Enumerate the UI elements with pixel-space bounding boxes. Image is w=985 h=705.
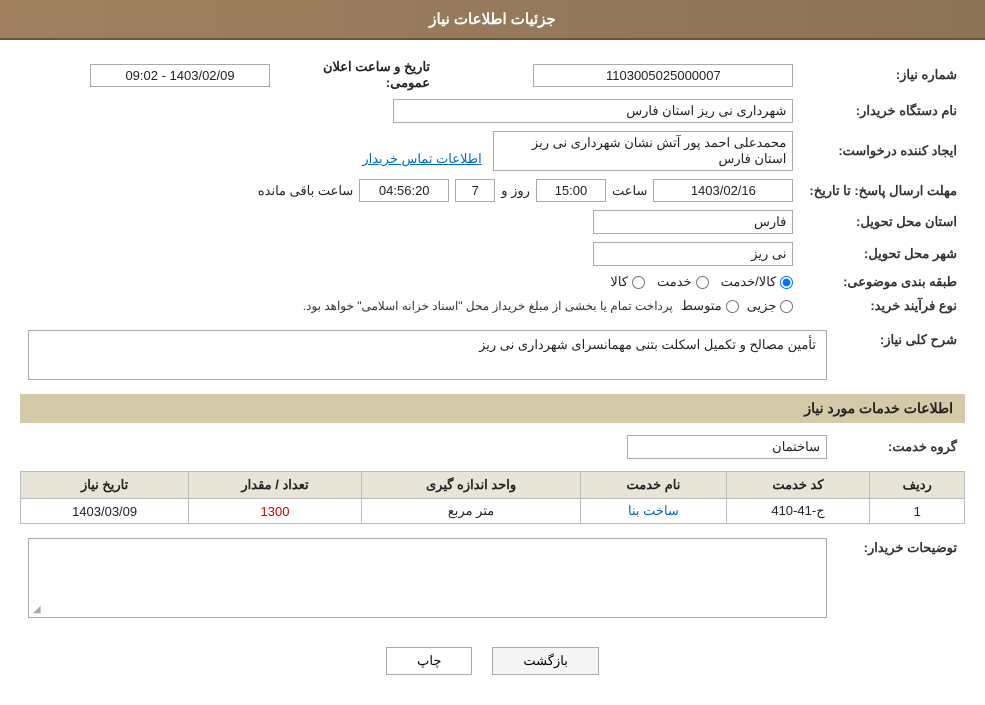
page-title: جزئیات اطلاعات نیاز [429,11,556,28]
creator-label: ایجاد کننده درخواست: [801,127,965,175]
city-value: نی ریز [593,242,793,266]
buyer-org-value: شهرداری نی ریز استان فارس [393,99,793,123]
process-note: پرداخت تمام یا بخشی از مبلغ خریداز محل "… [303,299,673,313]
city-label: شهر محل تحویل: [801,238,965,270]
col-quantity: تعداد / مقدار [189,472,362,499]
service-group-label: گروه خدمت: [835,431,965,463]
reply-time-label: ساعت [612,183,647,199]
process-motavaset-option[interactable]: متوسط [681,298,739,314]
resize-icon: ◢ [33,604,41,615]
contact-link[interactable]: اطلاعات تماس خریدار [362,151,481,166]
buyer-notes-area: ◢ [28,538,827,618]
need-number-value: 1103005025000007 [533,64,793,87]
cell-code: ج-41-410 [726,499,870,524]
col-unit: واحد اندازه گیری [361,472,581,499]
announce-date-label: تاریخ و ساعت اعلان عمومی: [278,55,438,95]
buyer-org-label: نام دستگاه خریدار: [801,95,965,127]
process-motavaset-label: متوسط [681,298,722,314]
reply-deadline-label: مهلت ارسال پاسخ: تا تاریخ: [801,175,965,206]
services-section-label: اطلاعات خدمات مورد نیاز [20,394,965,423]
col-service-code: کد خدمت [726,472,870,499]
announce-date-value: 1403/02/09 - 09:02 [90,64,270,87]
back-button[interactable]: بازگشت [492,647,598,675]
process-jazyi-label: جزیی [747,298,777,314]
services-table: ردیف کد خدمت نام خدمت واحد اندازه گیری ت… [20,471,965,524]
buyer-notes-label: توضیحات خریدار: [835,534,965,632]
cell-date: 1403/03/09 [21,499,189,524]
process-label: نوع فرآیند خرید: [801,294,965,318]
process-jazyi-radio[interactable] [780,300,793,313]
service-group-value: ساختمان [627,435,827,459]
reply-remaining-label: ساعت باقی مانده [258,183,353,199]
category-kala-option[interactable]: کالا [610,274,645,290]
reply-time-value: 15:00 [536,179,606,202]
category-kala-label: کالا [610,274,628,290]
category-kala-khedmat-radio[interactable] [780,276,793,289]
category-kala-radio[interactable] [632,276,645,289]
process-jazyi-option[interactable]: جزیی [747,298,794,314]
province-label: استان محل تحویل: [801,206,965,238]
category-khedmat-radio[interactable] [696,276,709,289]
need-desc-label: شرح کلی نیاز: [835,326,965,384]
need-number-label: شماره نیاز: [801,55,965,95]
category-khedmat-option[interactable]: خدمت [657,274,709,290]
category-kala-khedmat-label: کالا/خدمت [721,274,777,290]
print-button[interactable]: چاپ [386,647,472,675]
reply-days-label: روز و [501,183,530,199]
category-label: طبقه بندی موضوعی: [801,270,965,294]
cell-name: ساخت بنا [581,499,726,524]
col-service-name: نام خدمت [581,472,726,499]
creator-value: محمدعلی احمد پور آتش نشان شهرداری نی ریز… [493,131,793,171]
footer-buttons: بازگشت چاپ [20,647,965,675]
province-value: فارس [593,210,793,234]
cell-quantity: 1300 [189,499,362,524]
reply-remaining-value: 04:56:20 [359,179,449,202]
reply-date-value: 1403/02/16 [653,179,793,202]
category-khedmat-label: خدمت [657,274,692,290]
cell-unit: متر مربع [361,499,581,524]
col-date: تاریخ نیاز [21,472,189,499]
category-kala-khedmat-option[interactable]: کالا/خدمت [721,274,794,290]
col-row-num: ردیف [870,472,965,499]
cell-row: 1 [870,499,965,524]
need-desc-value: تأمین مصالح و تکمیل اسکلت بتنی مهمانسرای… [28,330,827,380]
page-header: جزئیات اطلاعات نیاز [0,0,985,40]
table-row: 1 ج-41-410 ساخت بنا متر مربع 1300 1403/0… [21,499,965,524]
reply-days-value: 7 [455,179,495,202]
process-motavaset-radio[interactable] [726,300,739,313]
